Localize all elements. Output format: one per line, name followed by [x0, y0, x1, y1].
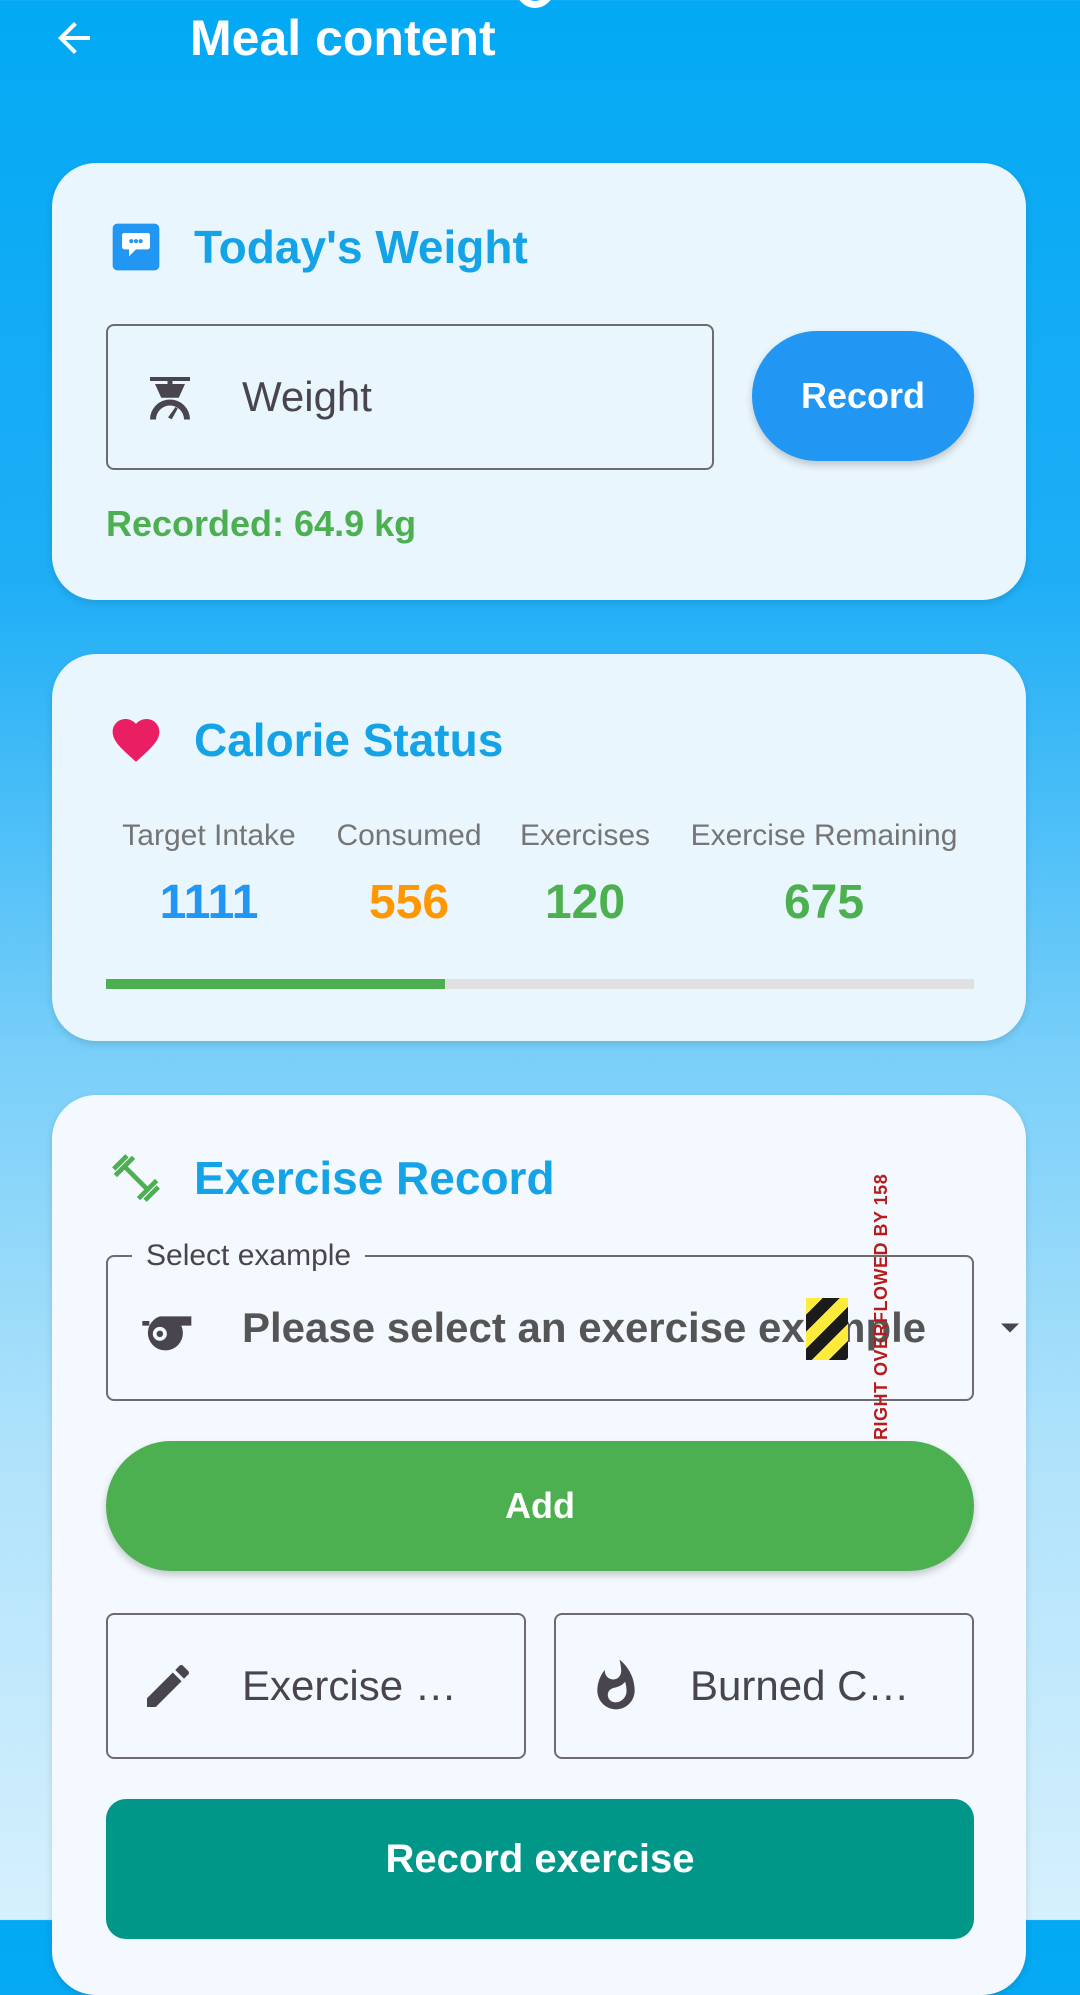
pencil-icon — [147, 1664, 190, 1707]
burned-calories-label: Burned C… — [690, 1662, 910, 1709]
flame-icon — [597, 1659, 635, 1710]
weight-input-label: Weight — [242, 373, 372, 420]
stat-label: Target Intake — [122, 819, 296, 852]
burned-calories-input[interactable]: Burned C… — [554, 1613, 974, 1759]
stat-value: 120 — [544, 876, 626, 929]
add-button[interactable]: Add — [106, 1441, 974, 1571]
back-button[interactable] — [44, 10, 104, 66]
whistle-icon — [142, 1316, 192, 1351]
calorie-progress-fill — [106, 979, 445, 989]
recorded-weight-text: Recorded: 64.9 kg — [106, 503, 417, 544]
record-weight-button-label: Record — [800, 375, 926, 416]
calorie-progress-bar — [106, 979, 974, 989]
stat-label: Exercise Remaining — [690, 819, 958, 852]
chat-bubble-icon — [112, 223, 160, 271]
overflow-stripes — [806, 1298, 848, 1360]
arrow-back-icon — [58, 22, 90, 54]
overflow-warning-text: RIGHT OVERFLOWED BY 158 PIXELS — [871, 1170, 891, 1440]
scale-icon — [150, 377, 190, 420]
exercise-name-label: Exercise … — [242, 1662, 457, 1709]
calorie-card-title: Calorie Status — [194, 714, 504, 766]
page-title: Meal content — [190, 10, 496, 66]
stat-value: 1111 — [159, 876, 259, 929]
stat-exercise-remaining: Exercise Remaining 675 — [674, 819, 974, 930]
title-overflow-glyph — [512, 0, 562, 8]
exercise-name-input[interactable]: Exercise … — [106, 1613, 526, 1759]
exercise-card-title: Exercise Record — [194, 1152, 555, 1204]
weight-card-header: Today's Weight — [108, 219, 528, 275]
stat-value: 556 — [368, 876, 450, 929]
dumbbell-icon — [112, 1154, 160, 1202]
stat-value: 675 — [783, 876, 865, 929]
select-label: Select example — [132, 1236, 366, 1276]
record-exercise-button[interactable]: Record exercise — [106, 1799, 974, 1939]
stat-target-intake: Target Intake 1111 — [112, 819, 306, 930]
weight-card-title: Today's Weight — [194, 221, 528, 273]
weight-card: Today's Weight Weight Record Recorded: 6… — [52, 163, 1026, 600]
stat-exercises: Exercises 120 — [508, 819, 662, 930]
add-button-label: Add — [505, 1485, 575, 1526]
stat-consumed: Consumed 556 — [326, 819, 492, 930]
select-label-text: Select example — [146, 1239, 352, 1272]
app-bar: Meal content — [0, 0, 1080, 80]
calorie-card-header: Calorie Status — [108, 712, 503, 768]
overflow-warning: RIGHT OVERFLOWED BY 158 PIXELS — [868, 1170, 894, 1440]
stat-label: Consumed — [336, 819, 482, 852]
exercise-card-header: Exercise Record — [108, 1150, 555, 1206]
weight-input[interactable]: Weight — [106, 324, 714, 470]
record-weight-button[interactable]: Record — [752, 331, 974, 461]
stat-label: Exercises — [519, 819, 651, 852]
record-exercise-button-label: Record exercise — [385, 1837, 695, 1881]
chevron-down-icon — [1001, 1323, 1019, 1333]
calorie-card: Calorie Status Target Intake 1111 Consum… — [52, 654, 1026, 1041]
heart-icon — [112, 719, 160, 762]
